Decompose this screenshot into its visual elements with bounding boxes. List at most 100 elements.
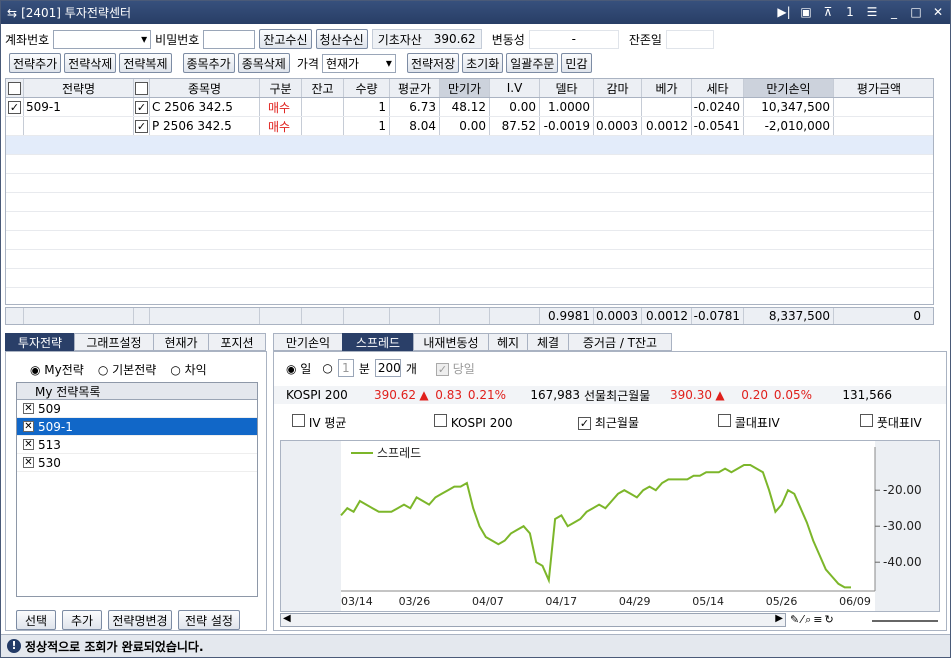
tab-fill[interactable]: 체결 [527,333,569,351]
refresh-icon[interactable]: ↻ [824,613,833,627]
password-field[interactable] [203,29,256,49]
minute-field[interactable]: 1 [337,359,354,377]
tab-position[interactable]: 포지션 [208,333,266,351]
rename-strategy-button[interactable]: 전략명변경 [108,610,172,630]
table-row[interactable] [6,136,933,155]
menu-icon[interactable]: ☰ [864,4,880,20]
add-item-button[interactable]: 종목추가 [182,53,235,73]
row-checkbox[interactable]: ✓ [8,100,21,114]
col-iv: I.V [490,79,540,97]
pencil-icon[interactable]: ✎ [790,613,799,627]
tab-margin[interactable]: 증거금 / T잔고 [568,333,672,351]
check-call-iv[interactable]: 콜대표IV [702,413,844,431]
tab-hedge[interactable]: 헤지 [488,333,528,351]
item-checkbox[interactable]: ✕ [23,439,34,450]
list-item[interactable]: ✕ 509-1 [17,418,257,436]
close-icon[interactable]: ✕ [930,4,946,20]
pin-icon[interactable]: ⊼ [820,4,836,20]
item-checkbox[interactable]: ✕ [23,421,34,432]
x-tick-label: 04/17 [545,595,577,608]
table-row[interactable] [6,155,933,174]
radio-basic-strategy[interactable]: ○ 기본전략 [98,361,156,378]
col-gamma: 감마 [594,79,642,97]
radio-minute[interactable]: ○ [322,361,332,375]
table-row[interactable] [6,269,933,288]
add-button[interactable]: 추가 [62,610,102,630]
bulk-order-button[interactable]: 일괄주문 [506,53,559,73]
tab-strategy[interactable]: 투자전략 [5,333,75,351]
strategy-settings-button[interactable]: 전략 설정 [178,610,240,630]
zoom-icon[interactable]: ⌕ [805,613,811,627]
cell-pnl: -2,010,000 [744,117,834,135]
radio-my-strategy[interactable]: ◉ My전략 [30,361,84,378]
tab-expiry-pnl[interactable]: 만기손익 [273,333,343,351]
volatility-label: 변동성 [491,32,525,47]
futures-pct: 0.05% [773,388,812,402]
check-front-month[interactable]: ✓ 최근월물 [562,414,702,431]
select-all-checkbox[interactable] [8,81,21,95]
price-select[interactable]: 현재가 ▾ [321,53,396,73]
list-item[interactable]: ✕ 513 [17,436,257,454]
next-icon[interactable]: ▶| [776,4,792,20]
table-row[interactable] [6,193,933,212]
item-checkbox[interactable]: ✓ [135,119,148,133]
table-row[interactable] [6,212,933,231]
balance-button[interactable]: 잔고수신 [259,29,312,49]
scroll-left-icon[interactable]: ◀ [283,613,291,624]
table-row[interactable]: ✓ 509-1 ✓ C 2506 342.5 매수 1 6.73 48.12 0… [6,98,933,117]
volatility-field[interactable]: - [528,29,619,49]
add-strategy-button[interactable]: 전략추가 [9,53,62,73]
scroll-right-icon[interactable]: ▶ [775,613,783,624]
remain-field[interactable] [665,29,714,49]
cell-strategy [24,117,134,135]
remain-label: 잔존일 [628,32,662,47]
today-checkbox[interactable]: ✓ 당일 [435,360,475,377]
select-items-checkbox[interactable] [135,81,148,95]
copy-strategy-button[interactable]: 전략복제 [119,53,172,73]
list-icon[interactable]: ≡ [813,613,822,627]
chart-scrollbar[interactable]: ◀ ▶ [280,613,786,627]
list-item-label: 509-1 [38,419,73,434]
table-row[interactable] [6,174,933,193]
count-unit: 개 [405,361,417,376]
strategy-list: My 전략목록 ✕ 509 ✕ 509-1 ✕ 513 ✕ 530 [16,382,258,597]
one-icon[interactable]: 1 [842,4,858,20]
tab-implied-vol[interactable]: 내재변동성 [413,333,489,351]
maximize-icon[interactable]: □ [908,4,924,20]
settle-button[interactable]: 청산수신 [315,29,368,49]
delete-item-button[interactable]: 종목삭제 [237,53,290,73]
item-checkbox[interactable]: ✕ [23,403,34,414]
sensitivity-button[interactable]: 민감 [561,53,592,73]
check-kospi[interactable]: KOSPI 200 [414,414,562,430]
minimize-icon[interactable]: _ [886,4,902,20]
account-select[interactable]: ▾ [53,29,152,49]
item-checkbox[interactable]: ✓ [135,100,148,114]
spread-chart[interactable]: -20.00 -30.00 -40.00 03/14 03/26 04/07 04/17 04… [280,440,940,612]
sum-pnl: 8,337,500 [744,308,834,324]
count-field[interactable]: 200 [374,359,401,377]
item-checkbox[interactable]: ✕ [23,457,34,468]
reset-button[interactable]: 초기화 [462,53,504,73]
list-item[interactable]: ✕ 509 [17,400,257,418]
table-row[interactable] [6,231,933,250]
tab-current-price[interactable]: 현재가 [153,333,209,351]
tab-graph-settings[interactable]: 그래프설정 [74,333,154,351]
y-tick-label: -40.00 [883,555,922,569]
list-item[interactable]: ✕ 530 [17,454,257,472]
base-asset-label: 기초자산 [377,32,422,47]
zoom-slider[interactable] [872,620,938,622]
check-iv-avg[interactable]: IV 평균 [274,413,414,431]
radio-arbitrage[interactable]: ○ 차익 [170,361,206,378]
radio-day[interactable]: ◉ 일 [286,360,311,377]
futures-price: 390.30 [670,388,712,402]
delete-strategy-button[interactable]: 전략삭제 [64,53,117,73]
table-row[interactable] [6,250,933,269]
select-button[interactable]: 선택 [16,610,56,630]
table-row[interactable]: ✓ P 2506 342.5 매수 1 8.04 0.00 87.52 -0.0… [6,117,933,136]
x-tick-label: 03/26 [399,595,431,608]
save-strategy-button[interactable]: 전략저장 [406,53,460,73]
tab-spread[interactable]: 스프레드 [342,333,414,351]
check-put-iv[interactable]: 풋대표IV [844,413,944,431]
restore-icon[interactable]: ▣ [798,4,814,20]
line-tool-icon[interactable]: ⁄ [801,613,803,627]
